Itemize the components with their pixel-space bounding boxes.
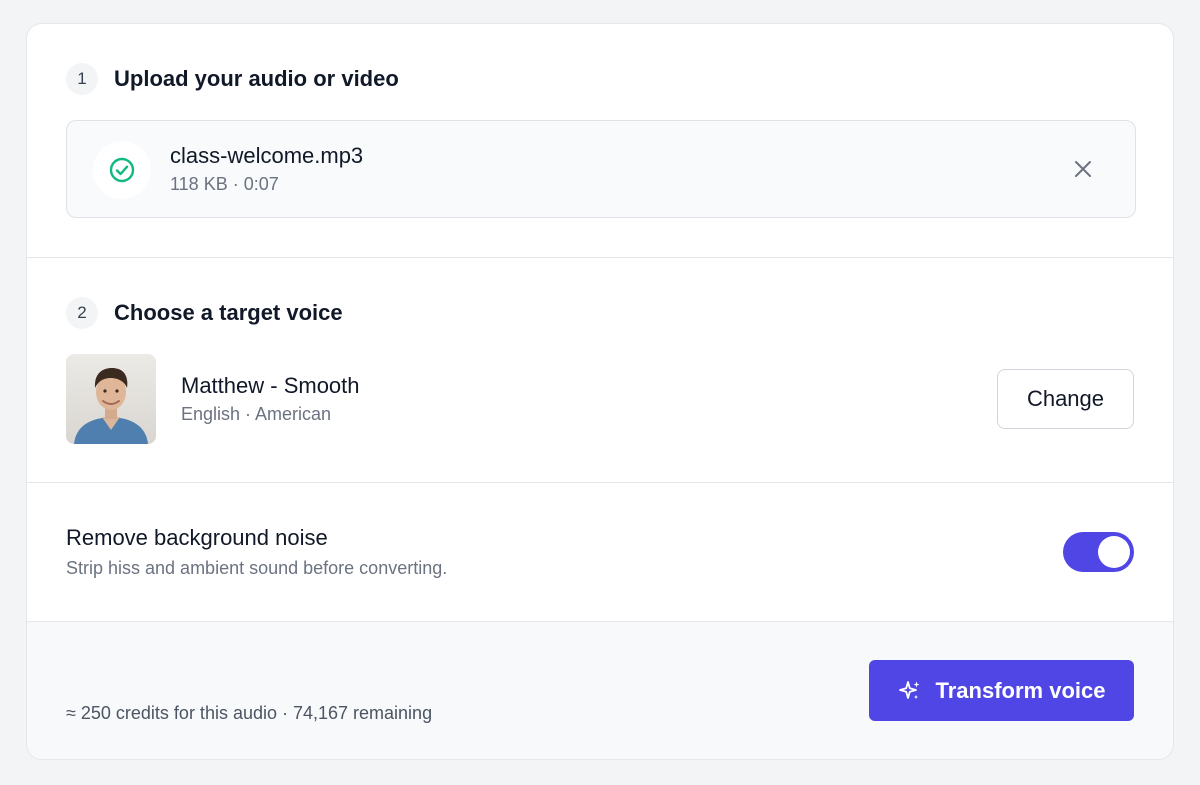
transform-voice-button[interactable]: Transform voice bbox=[869, 660, 1134, 721]
voice-name: Matthew - Smooth bbox=[181, 373, 360, 398]
file-meta: 118 KB · 0:07 bbox=[170, 174, 279, 194]
upload-step-title: Upload your audio or video bbox=[114, 66, 399, 91]
upload-step-header: 1 Upload your audio or video bbox=[66, 63, 399, 95]
voice-avatar bbox=[66, 354, 156, 444]
step-number-badge: 1 bbox=[66, 63, 98, 95]
check-circle-icon bbox=[93, 141, 151, 199]
noise-toggle-title: Remove background noise bbox=[66, 525, 328, 550]
noise-toggle-description: Strip hiss and ambient sound before conv… bbox=[66, 558, 448, 578]
noise-removal-toggle[interactable] bbox=[1063, 532, 1134, 572]
credits-info: ≈ 250 credits for this audio · 74,167 re… bbox=[66, 703, 433, 723]
close-icon bbox=[1075, 161, 1091, 177]
transform-voice-label: Transform voice bbox=[935, 677, 1106, 703]
change-voice-button[interactable]: Change bbox=[997, 369, 1134, 429]
upload-section: 1 Upload your audio or video class-welco… bbox=[27, 24, 1173, 258]
remove-file-button[interactable] bbox=[1071, 157, 1095, 181]
sparkle-icon bbox=[898, 679, 922, 703]
noise-section: Remove background noise Strip hiss and a… bbox=[27, 483, 1173, 622]
voice-meta: English · American bbox=[181, 404, 332, 424]
voice-step-header: 2 Choose a target voice bbox=[66, 297, 343, 329]
action-footer: ≈ 250 credits for this audio · 74,167 re… bbox=[27, 622, 1173, 759]
uploaded-file-card: class-welcome.mp3 118 KB · 0:07 bbox=[66, 120, 1136, 218]
toggle-knob bbox=[1098, 536, 1130, 568]
voice-section: 2 Choose a target voice Matthew - Smooth… bbox=[27, 258, 1173, 483]
voice-step-title: Choose a target voice bbox=[114, 300, 343, 325]
voice-changer-card: 1 Upload your audio or video class-welco… bbox=[26, 23, 1174, 760]
file-name: class-welcome.mp3 bbox=[170, 143, 364, 168]
step-number-badge: 2 bbox=[66, 297, 98, 329]
